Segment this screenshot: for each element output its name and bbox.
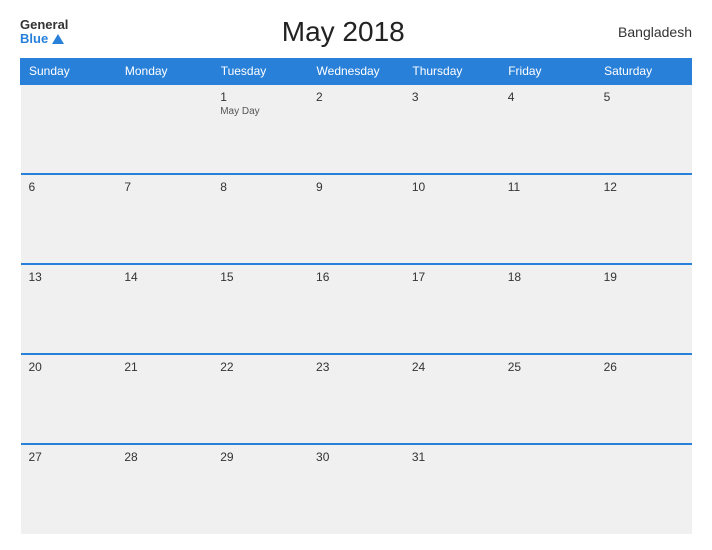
day-number: 29	[220, 450, 300, 464]
day-number: 18	[508, 270, 588, 284]
calendar-cell	[21, 84, 117, 174]
calendar-cell: 5	[596, 84, 692, 174]
calendar-cell: 7	[116, 174, 212, 264]
calendar-cell: 28	[116, 444, 212, 534]
day-number: 11	[508, 180, 588, 194]
calendar-cell: 6	[21, 174, 117, 264]
day-number: 9	[316, 180, 396, 194]
calendar-cell: 13	[21, 264, 117, 354]
calendar-cell: 8	[212, 174, 308, 264]
logo-general-text: General	[20, 18, 68, 31]
week-row-1: 1 May Day 2 3 4 5	[21, 84, 692, 174]
day-number: 16	[316, 270, 396, 284]
day-number: 20	[29, 360, 109, 374]
day-number: 31	[412, 450, 492, 464]
day-number: 30	[316, 450, 396, 464]
country-label: Bangladesh	[618, 24, 692, 40]
day-number: 26	[604, 360, 684, 374]
calendar-cell: 18	[500, 264, 596, 354]
day-number: 5	[604, 90, 684, 104]
calendar-cell: 16	[308, 264, 404, 354]
calendar-cell: 23	[308, 354, 404, 444]
calendar-cell	[500, 444, 596, 534]
day-number: 4	[508, 90, 588, 104]
week-row-3: 13 14 15 16 17 18 19	[21, 264, 692, 354]
day-number: 3	[412, 90, 492, 104]
day-number: 21	[124, 360, 204, 374]
calendar-cell: 4	[500, 84, 596, 174]
calendar-cell: 20	[21, 354, 117, 444]
day-number: 7	[124, 180, 204, 194]
logo-blue-text: Blue	[20, 31, 64, 46]
day-number: 15	[220, 270, 300, 284]
calendar-body: 1May Day23456789101112131415161718192021…	[21, 84, 692, 534]
calendar-cell: 12	[596, 174, 692, 264]
holiday-label: May Day	[220, 106, 300, 117]
column-header-thursday: Thursday	[404, 59, 500, 85]
calendar-cell	[596, 444, 692, 534]
calendar-cell: 24	[404, 354, 500, 444]
calendar-header: General Blue May 2018 Bangladesh	[20, 16, 692, 48]
day-number: 13	[29, 270, 109, 284]
day-number: 22	[220, 360, 300, 374]
column-header-sunday: Sunday	[21, 59, 117, 85]
day-number: 23	[316, 360, 396, 374]
calendar-cell	[116, 84, 212, 174]
calendar-cell: 27	[21, 444, 117, 534]
calendar-cell: 25	[500, 354, 596, 444]
calendar-cell: 11	[500, 174, 596, 264]
week-row-2: 6 7 8 9 10 11 12	[21, 174, 692, 264]
logo: General Blue	[20, 18, 68, 46]
day-number: 6	[29, 180, 109, 194]
calendar-cell: 14	[116, 264, 212, 354]
day-number: 17	[412, 270, 492, 284]
calendar-cell: 15	[212, 264, 308, 354]
day-number: 14	[124, 270, 204, 284]
week-row-4: 20 21 22 23 24 25 26	[21, 354, 692, 444]
calendar-cell: 19	[596, 264, 692, 354]
calendar-cell: 10	[404, 174, 500, 264]
column-header-monday: Monday	[116, 59, 212, 85]
logo-triangle-icon	[52, 34, 64, 44]
calendar-cell: 1 May Day	[212, 84, 308, 174]
calendar-title: May 2018	[282, 16, 405, 48]
day-number: 8	[220, 180, 300, 194]
calendar-cell: 22	[212, 354, 308, 444]
calendar-table: SundayMondayTuesdayWednesdayThursdayFrid…	[20, 58, 692, 534]
column-header-tuesday: Tuesday	[212, 59, 308, 85]
day-number: 2	[316, 90, 396, 104]
day-number: 25	[508, 360, 588, 374]
day-number: 27	[29, 450, 109, 464]
calendar-cell: 17	[404, 264, 500, 354]
calendar-cell: 30	[308, 444, 404, 534]
calendar-cell: 2	[308, 84, 404, 174]
day-number: 24	[412, 360, 492, 374]
calendar-cell: 31	[404, 444, 500, 534]
column-header-saturday: Saturday	[596, 59, 692, 85]
calendar-header-row: SundayMondayTuesdayWednesdayThursdayFrid…	[21, 59, 692, 85]
column-header-friday: Friday	[500, 59, 596, 85]
calendar-cell: 26	[596, 354, 692, 444]
day-number: 12	[604, 180, 684, 194]
day-number: 10	[412, 180, 492, 194]
calendar-cell: 21	[116, 354, 212, 444]
calendar-cell: 3	[404, 84, 500, 174]
week-row-5: 27 28 29 30 31	[21, 444, 692, 534]
day-number: 1	[220, 90, 300, 104]
day-number: 19	[604, 270, 684, 284]
calendar-cell: 9	[308, 174, 404, 264]
calendar-cell: 29	[212, 444, 308, 534]
column-header-wednesday: Wednesday	[308, 59, 404, 85]
day-number: 28	[124, 450, 204, 464]
